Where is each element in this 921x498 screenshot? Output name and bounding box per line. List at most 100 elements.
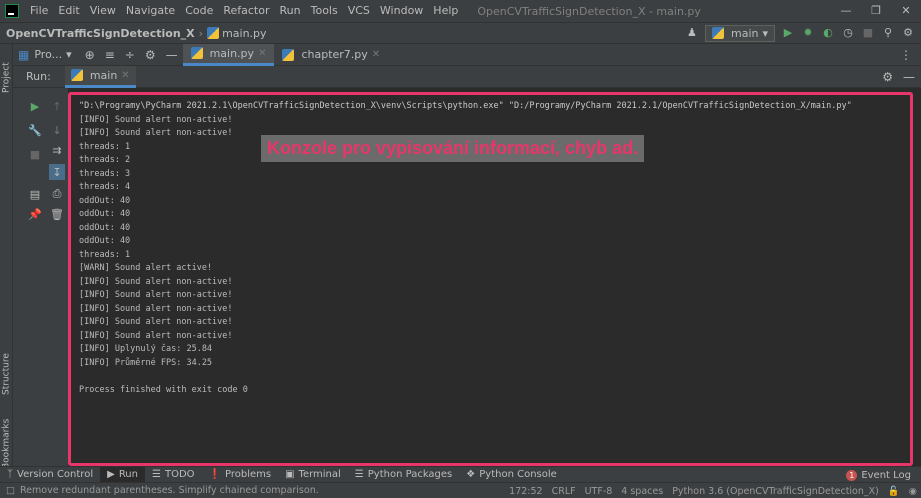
breadcrumb-project[interactable]: OpenCVTrafficSignDetection_X (0, 27, 195, 40)
user-icon[interactable]: ♟ (685, 26, 699, 40)
layout-icon[interactable]: ▤ (27, 186, 43, 202)
menu-window[interactable]: Window (375, 0, 428, 22)
problems-tab[interactable]: ❗ Problems (202, 467, 279, 483)
python-packages-label: Python Packages (367, 469, 453, 480)
gear-icon[interactable]: ⚙ (882, 70, 893, 84)
version-control-tab[interactable]: ᛉ Version Control (0, 467, 100, 483)
python-file-icon (190, 47, 203, 59)
python-console-tab[interactable]: ❖ Python Console (459, 467, 564, 483)
tab-main-py[interactable]: main.py ✕ (182, 43, 275, 66)
console-line: [INFO] Sound alert non-active! (79, 317, 233, 327)
run-config-select[interactable]: main ▾ (704, 24, 775, 42)
debug-icon[interactable]: ✸ (801, 26, 815, 40)
run-label: Run: (26, 70, 51, 83)
project-tool-tab[interactable]: Project (0, 54, 13, 102)
bookmarks-tool-tab[interactable]: Bookmarks (0, 414, 13, 474)
coverage-icon[interactable]: ◐ (821, 26, 835, 40)
restore-icon[interactable]: ❐ (861, 0, 891, 22)
menu-vcs[interactable]: VCS (343, 0, 375, 22)
close-tab-icon[interactable]: ✕ (258, 48, 266, 59)
python-icon: ❖ (466, 469, 476, 480)
menu-file[interactable]: File (25, 0, 53, 22)
expand-all-icon[interactable]: ÷ (120, 48, 140, 62)
console-line: [INFO] Uplynulý čas: 25.84 (79, 344, 213, 354)
stop-icon[interactable]: ■ (27, 146, 43, 162)
window-layout-icon[interactable]: □ (6, 485, 15, 496)
search-icon[interactable]: ⚲ (881, 26, 895, 40)
python-interpreter[interactable]: Python 3.6 (OpenCVTrafficSignDetection_X… (672, 486, 879, 497)
file-encoding[interactable]: UTF-8 (585, 486, 613, 497)
profile-icon[interactable]: ◷ (841, 26, 855, 40)
tab-chapter7-py[interactable]: chapter7.py ✕ (274, 44, 388, 66)
collapse-all-icon[interactable]: ≡ (100, 48, 120, 62)
structure-tool-tab[interactable]: Structure (0, 344, 13, 404)
python-packages-tab[interactable]: ☰ Python Packages (348, 467, 459, 483)
close-tab-icon[interactable]: ✕ (121, 70, 129, 81)
rerun-icon[interactable]: ▶ (27, 98, 43, 114)
pin-icon[interactable]: 📌 (27, 206, 43, 222)
terminal-icon: ▣ (285, 469, 295, 480)
project-view-select[interactable]: Pro... ▾ (34, 44, 79, 66)
gear-icon[interactable]: ⚙ (140, 48, 161, 62)
run-tool-label: Run (118, 469, 138, 480)
indent-setting[interactable]: 4 spaces (621, 486, 663, 497)
tab-label: main.py (209, 46, 255, 60)
scroll-down-icon[interactable]: ↓ (49, 122, 65, 138)
run-tool-tab[interactable]: ▶ Run (100, 466, 145, 483)
run-icon[interactable]: ▶ (781, 26, 795, 40)
hide-icon[interactable]: — (903, 70, 915, 84)
console-line: threads: 3 (79, 168, 131, 179)
menu-refactor[interactable]: Refactor (218, 0, 274, 22)
chevron-down-icon: ▾ (66, 48, 72, 61)
close-icon[interactable]: ✕ (891, 0, 921, 22)
run-icon: ▶ (107, 469, 115, 480)
console-line: [INFO] Sound alert non-active! (79, 276, 233, 287)
close-tab-icon[interactable]: ✕ (372, 49, 380, 60)
status-widgets: 172:52 CRLF UTF-8 4 spaces Python 3.6 (O… (509, 483, 917, 498)
console-line: oddOut: 40 (79, 236, 131, 246)
menu-edit[interactable]: Edit (53, 0, 84, 22)
menu-code[interactable]: Code (180, 0, 218, 22)
menu-help[interactable]: Help (428, 0, 463, 22)
hide-icon[interactable]: — (161, 48, 183, 62)
list-icon: ☰ (152, 469, 161, 480)
run-toolbar: ▶ ↑ 🔧 ↓ ■ ⇉ ↧ ▤ ⎙ 📌 🗑 (13, 88, 68, 466)
breadcrumb-separator-icon: › (198, 26, 204, 40)
print-icon[interactable]: ⎙ (49, 186, 65, 202)
scroll-up-icon[interactable]: ↑ (49, 98, 65, 114)
navigation-bar: OpenCVTrafficSignDetection_X › main.py ♟… (0, 22, 921, 44)
wrench-icon[interactable]: 🔧 (27, 122, 43, 138)
event-log-label: Event Log (861, 469, 911, 481)
stop-icon[interactable]: ■ (861, 26, 875, 40)
notifications-icon[interactable]: ◉ (909, 486, 917, 497)
event-log-tab[interactable]: 1 Event Log (846, 467, 911, 483)
run-config-label: main (730, 26, 759, 40)
window-title: OpenCVTrafficSignDetection_X - main.py (477, 4, 701, 18)
lock-icon[interactable]: 🔓 (888, 486, 900, 497)
console-output[interactable]: "D:\Programy\PyCharm 2021.2.1\OpenCVTraf… (68, 92, 913, 466)
trash-icon[interactable]: 🗑 (49, 206, 65, 222)
console-line: oddOut: 40 (79, 222, 131, 233)
menu-view[interactable]: View (85, 0, 121, 22)
line-separator[interactable]: CRLF (552, 486, 576, 497)
toolbar-right: ♟ main ▾ ▶ ✸ ◐ ◷ ■ ⚲ ⚙ (685, 23, 921, 43)
run-tab-main[interactable]: main ✕ (64, 65, 136, 88)
target-icon[interactable]: ⊕ (80, 48, 100, 62)
menu-run[interactable]: Run (275, 0, 306, 22)
run-tool-header: Run: main ✕ ⚙ — (13, 65, 921, 88)
status-message: □ Remove redundant parentheses. Simplify… (0, 485, 319, 496)
version-control-label: Version Control (17, 469, 94, 480)
status-message-text: Remove redundant parentheses. Simplify c… (19, 485, 319, 496)
minimize-icon[interactable]: — (831, 0, 861, 22)
menu-navigate[interactable]: Navigate (121, 0, 180, 22)
more-options-icon[interactable]: ⋮ (895, 48, 917, 62)
caret-position[interactable]: 172:52 (509, 486, 542, 497)
console-line: [INFO] Sound alert non-active! (79, 290, 233, 300)
todo-tab[interactable]: ☰ TODO (145, 467, 202, 483)
scroll-to-end-icon[interactable]: ↧ (49, 164, 65, 180)
terminal-tab[interactable]: ▣ Terminal (278, 467, 348, 483)
soft-wrap-icon[interactable]: ⇉ (49, 142, 65, 158)
settings-gear-icon[interactable]: ⚙ (901, 26, 915, 40)
breadcrumb-file[interactable]: main.py (222, 27, 266, 40)
menu-tools[interactable]: Tools (306, 0, 343, 22)
